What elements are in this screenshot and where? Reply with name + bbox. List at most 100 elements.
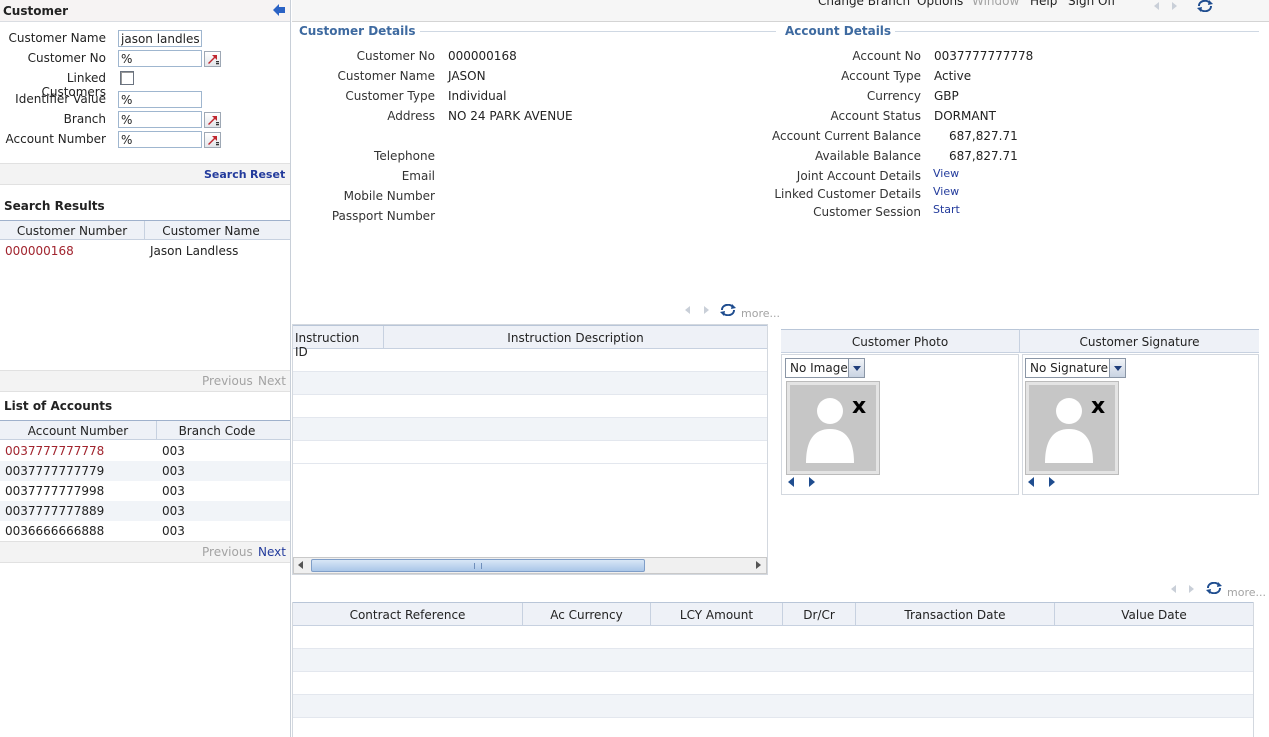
photo-prev-icon[interactable] [788,477,794,487]
customer-photo-box: No Image x [781,354,1019,495]
search-results-header: Customer Number Customer Name [0,220,290,240]
account-type-value: Active [934,69,972,83]
next-arrow-icon[interactable] [1172,2,1177,10]
menu-window[interactable]: Window [972,0,1019,8]
column-header[interactable]: Contract Reference [293,608,522,622]
accounts-header: Account Number Branch Code [0,420,290,440]
table-row[interactable]: 000000168 Jason Landless [0,241,290,261]
account-number-cell[interactable]: 0036666666888 [5,524,104,538]
previous-link[interactable]: Previous [202,374,253,388]
account-number-cell[interactable]: 0037777777778 [5,444,104,458]
branch-input[interactable] [118,111,202,128]
table-row[interactable] [293,418,767,441]
next-arrow-icon[interactable] [1189,585,1194,593]
column-header[interactable]: Dr/Cr [783,608,855,622]
more-link[interactable]: more... [741,307,780,320]
previous-link[interactable]: Previous [202,545,253,559]
photo-next-icon[interactable] [809,477,815,487]
scroll-left-icon[interactable] [298,561,303,569]
table-row[interactable] [293,395,767,418]
signature-select[interactable]: No Signature [1025,358,1126,378]
customer-no-label: Customer No [27,51,106,65]
table-row[interactable] [293,349,767,372]
customer-no-value: 000000168 [448,49,517,63]
panel-title: Customer [3,4,69,18]
table-row[interactable] [293,372,767,395]
search-button[interactable]: Search [204,168,247,181]
column-header[interactable]: Customer Number [0,224,144,238]
next-arrow-icon[interactable] [704,306,709,314]
table-row[interactable]: 0037777777998 003 [0,481,290,501]
more-link[interactable]: more... [1227,586,1266,599]
branch-lov-button[interactable] [204,112,221,128]
customer-number-cell[interactable]: 000000168 [5,244,74,258]
branch-code-cell: 003 [162,444,185,458]
identifier-value-label: Identifier Value [15,92,106,106]
refresh-icon[interactable] [1196,0,1214,12]
customer-type-label: Customer Type [345,89,435,103]
signature-next-icon[interactable] [1049,477,1055,487]
table-row[interactable] [293,626,1253,649]
branch-code-cell: 003 [162,524,185,538]
account-number-cell[interactable]: 0037777777889 [5,504,104,518]
table-row[interactable]: 0037777777889 003 [0,501,290,521]
customer-name-input[interactable] [118,30,202,47]
menu-help[interactable]: Help [1030,0,1057,8]
account-number-cell[interactable]: 0037777777998 [5,484,104,498]
customer-no-input[interactable] [118,50,202,67]
refresh-icon[interactable] [719,304,737,316]
scrollbar-thumb[interactable] [311,559,645,572]
transactions-header: Contract Reference Ac Currency LCY Amoun… [293,602,1253,626]
prev-arrow-icon[interactable] [685,306,690,314]
menu-sign-off[interactable]: Sign Off [1068,0,1116,8]
linked-customers-checkbox[interactable] [120,71,134,85]
reset-button[interactable]: Reset [250,168,285,181]
account-number-lov-button[interactable] [204,132,221,148]
column-header[interactable]: Ac Currency [523,608,650,622]
no-signature-avatar-icon: x [1026,382,1118,474]
currency-label: Currency [866,89,921,103]
menu-options[interactable]: Options [917,0,963,8]
photo-select[interactable]: No Image [785,358,865,378]
account-number-input[interactable] [118,131,202,148]
customer-photo-header: Customer Photo [781,329,1019,353]
list-of-accounts-title: List of Accounts [4,399,113,413]
address-value: NO 24 PARK AVENUE [448,109,573,123]
table-row[interactable] [293,441,767,464]
table-row[interactable]: 0037777777778 003 [0,441,290,461]
available-balance-value: 687,827.71 [949,149,1018,163]
linked-customer-view-link[interactable]: View [933,185,959,198]
column-header[interactable]: Customer Name [145,224,277,238]
customer-details-title: Customer Details [299,24,420,38]
table-row[interactable] [293,695,1253,718]
available-balance-label: Available Balance [815,149,921,163]
table-row[interactable]: 0037777777779 003 [0,461,290,481]
column-header[interactable]: LCY Amount [651,608,782,622]
prev-arrow-icon[interactable] [1154,2,1159,10]
column-header[interactable]: Transaction Date [856,608,1054,622]
table-row[interactable] [293,672,1253,695]
customer-session-start-link[interactable]: Start [933,203,960,216]
column-header[interactable]: Instruction Description [384,331,767,345]
column-header[interactable]: Value Date [1055,608,1253,622]
horizontal-scrollbar[interactable] [293,557,767,574]
chevron-down-icon[interactable] [1109,359,1125,377]
customer-no-lov-button[interactable] [204,51,221,67]
table-row[interactable] [293,649,1253,672]
next-link[interactable]: Next [258,545,286,559]
joint-account-view-link[interactable]: View [933,167,959,180]
refresh-icon[interactable] [1205,582,1223,594]
collapse-arrow-icon[interactable] [272,3,286,17]
chevron-down-icon[interactable] [848,359,864,377]
next-link[interactable]: Next [258,374,286,388]
identifier-value-input[interactable] [118,91,202,108]
signature-prev-icon[interactable] [1028,477,1034,487]
column-header[interactable]: Branch Code [157,424,277,438]
scroll-right-icon[interactable] [756,561,761,569]
account-number-cell[interactable]: 0037777777779 [5,464,104,478]
prev-arrow-icon[interactable] [1171,585,1176,593]
menu-change-branch[interactable]: Change Branch [818,0,910,8]
customer-signature-title: Customer Signature [1079,335,1200,349]
column-header[interactable]: Account Number [0,424,156,438]
table-row[interactable]: 0036666666888 003 [0,521,290,541]
